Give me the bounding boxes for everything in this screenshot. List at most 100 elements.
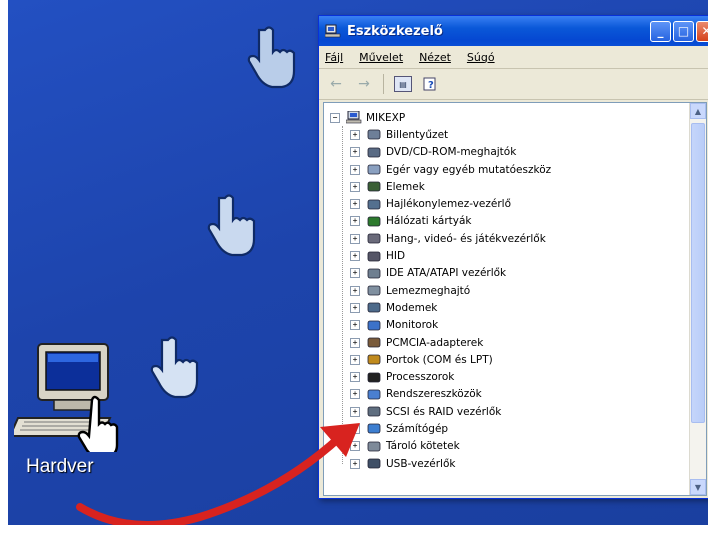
expand-toggle[interactable]: + bbox=[350, 354, 360, 365]
back-arrow-icon[interactable]: ← bbox=[327, 75, 345, 93]
toolbar-separator bbox=[383, 74, 384, 94]
expand-toggle[interactable]: + bbox=[350, 320, 360, 331]
toolbar: ← → ▤ ? bbox=[319, 69, 716, 100]
menu-file[interactable]: Fájl bbox=[325, 51, 343, 64]
tree-item[interactable]: + Hang-, videó- és játékvezérlők bbox=[330, 230, 690, 247]
device-manager-icon bbox=[325, 24, 341, 38]
tree-item-label: Lemezmeghajtó bbox=[386, 284, 471, 297]
scroll-thumb[interactable] bbox=[691, 123, 705, 423]
tree-root-label: MIKEXP bbox=[366, 111, 406, 124]
tree-item[interactable]: + Hajlékonylemez-vezérlő bbox=[330, 195, 690, 212]
pcmcia-icon bbox=[367, 337, 381, 348]
minimize-button[interactable]: _ bbox=[650, 20, 671, 42]
expand-toggle[interactable]: + bbox=[350, 251, 360, 262]
tree-item-label: Hálózati kártyák bbox=[386, 215, 472, 228]
device-tree-panel: − MIKEXP + Billentyűzet + DVD/CD-ROM-meghaj… bbox=[323, 102, 707, 496]
tree-item-label: Processzorok bbox=[386, 371, 455, 384]
scroll-down-button[interactable]: ▼ bbox=[690, 479, 706, 495]
title-bar[interactable]: Eszközkezelő _ □ ✕ bbox=[319, 16, 716, 46]
window-title: Eszközkezelő bbox=[347, 23, 443, 39]
expand-toggle[interactable]: + bbox=[350, 233, 360, 244]
expand-toggle[interactable]: + bbox=[350, 164, 360, 175]
tree-item-label: IDE ATA/ATAPI vezérlők bbox=[386, 267, 507, 280]
keyboard-icon bbox=[367, 130, 381, 140]
monitor-icon bbox=[367, 320, 381, 331]
expand-toggle[interactable]: + bbox=[350, 268, 360, 279]
cd-drive-icon bbox=[367, 147, 381, 158]
expand-toggle[interactable]: + bbox=[350, 372, 360, 383]
properties-icon[interactable]: ▤ bbox=[394, 76, 412, 92]
expand-toggle[interactable]: + bbox=[350, 129, 360, 140]
menu-help[interactable]: Súgó bbox=[467, 51, 495, 64]
expand-toggle[interactable]: + bbox=[350, 302, 360, 313]
tree-item-label: Elemek bbox=[386, 180, 425, 193]
tree-item[interactable]: + SCSI és RAID vezérlők bbox=[330, 403, 690, 420]
tree-item[interactable]: + Monitorok bbox=[330, 317, 690, 334]
sound-icon bbox=[367, 233, 381, 244]
help-icon[interactable]: ? bbox=[422, 75, 440, 93]
tree-item-label: HID bbox=[386, 250, 406, 263]
tree-root[interactable]: − MIKEXP bbox=[330, 109, 690, 126]
tree-item[interactable]: + Processzorok bbox=[330, 368, 690, 385]
menu-view[interactable]: Nézet bbox=[419, 51, 451, 64]
tree-item-label: Hang-, videó- és játékvezérlők bbox=[386, 232, 546, 245]
collapse-toggle[interactable]: − bbox=[330, 112, 340, 123]
device-tree: − MIKEXP + Billentyűzet + DVD/CD-ROM-meghaj… bbox=[330, 109, 690, 472]
hid-icon bbox=[367, 251, 381, 261]
mouse-icon bbox=[367, 164, 381, 175]
expand-toggle[interactable]: + bbox=[350, 147, 360, 158]
tree-item[interactable]: + Modemek bbox=[330, 299, 690, 316]
tree-item[interactable]: + PCMCIA-adapterek bbox=[330, 334, 690, 351]
tree-item-label: USB-vezérlők bbox=[386, 457, 456, 470]
tree-item[interactable]: + Egér vagy egyéb mutatóeszköz bbox=[330, 161, 690, 178]
tree-item-label: Hajlékonylemez-vezérlő bbox=[386, 198, 512, 211]
expand-toggle[interactable]: + bbox=[350, 181, 360, 192]
maximize-button[interactable]: □ bbox=[673, 20, 694, 42]
scroll-up-button[interactable]: ▲ bbox=[690, 103, 706, 119]
tree-item-label: PCMCIA-adapterek bbox=[386, 336, 484, 349]
tree-item-label: DVD/CD-ROM-meghajtók bbox=[386, 146, 517, 159]
tree-item[interactable]: + Hálózati kártyák bbox=[330, 213, 690, 230]
disk-drive-icon bbox=[367, 285, 381, 296]
tree-item-label: Rendszereszközök bbox=[386, 388, 482, 401]
tree-item[interactable]: + Rendszereszközök bbox=[330, 386, 690, 403]
hand-cursor-icon bbox=[245, 22, 305, 92]
tree-item-label: Billentyűzet bbox=[386, 128, 449, 141]
tree-item[interactable]: + Elemek bbox=[330, 178, 690, 195]
expand-toggle[interactable]: + bbox=[350, 199, 360, 210]
expand-toggle[interactable]: + bbox=[350, 285, 360, 296]
vertical-scrollbar[interactable]: ▲ ▼ bbox=[689, 103, 706, 495]
tree-item[interactable]: + Tároló kötetek bbox=[330, 438, 690, 455]
expand-toggle[interactable]: + bbox=[350, 216, 360, 227]
tree-item-label: Portok (COM és LPT) bbox=[386, 353, 493, 366]
computer-icon bbox=[346, 111, 362, 124]
tree-item-label: Számítógép bbox=[386, 422, 449, 435]
hand-cursor-icon bbox=[148, 332, 208, 402]
processor-icon bbox=[367, 372, 381, 382]
port-icon bbox=[367, 354, 381, 365]
tree-item[interactable]: + HID bbox=[330, 247, 690, 264]
close-button[interactable]: ✕ bbox=[696, 20, 716, 42]
tree-item[interactable]: + DVD/CD-ROM-meghajtók bbox=[330, 144, 690, 161]
modem-icon bbox=[367, 303, 381, 313]
tree-item-label: Egér vagy egyéb mutatóeszköz bbox=[386, 163, 552, 176]
menu-bar: Fájl Művelet Nézet Súgó bbox=[319, 46, 716, 69]
tree-item[interactable]: + USB-vezérlők bbox=[330, 455, 690, 472]
tree-item-label: SCSI és RAID vezérlők bbox=[386, 405, 502, 418]
floppy-controller-icon bbox=[367, 199, 381, 210]
expand-toggle[interactable]: + bbox=[350, 337, 360, 348]
ide-controller-icon bbox=[367, 268, 381, 279]
network-card-icon bbox=[367, 216, 381, 227]
tree-item[interactable]: + Billentyűzet bbox=[330, 126, 690, 143]
forward-arrow-icon[interactable]: → bbox=[355, 75, 373, 93]
menu-action[interactable]: Művelet bbox=[359, 51, 403, 64]
tree-item[interactable]: + Lemezmeghajtó bbox=[330, 282, 690, 299]
tree-item[interactable]: +Számítógép bbox=[330, 420, 690, 437]
tree-item[interactable]: + IDE ATA/ATAPI vezérlők bbox=[330, 265, 690, 282]
red-arrow-annotation bbox=[76, 423, 360, 529]
battery-icon bbox=[367, 181, 381, 192]
svg-text:?: ? bbox=[428, 80, 434, 91]
tree-item-label: Tároló kötetek bbox=[386, 440, 460, 453]
hand-cursor-icon bbox=[205, 190, 265, 260]
tree-item[interactable]: + Portok (COM és LPT) bbox=[330, 351, 690, 368]
